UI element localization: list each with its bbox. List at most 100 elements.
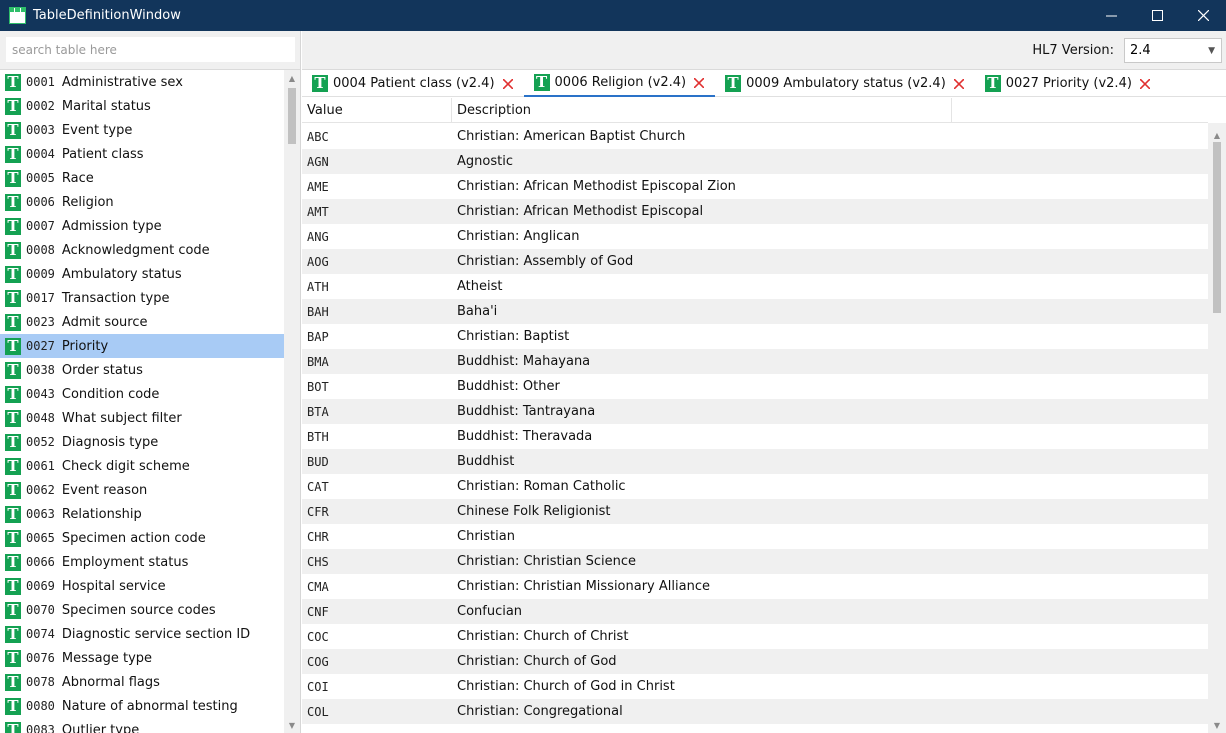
sidebar-item-0043[interactable]: T 0043 Condition code bbox=[0, 382, 284, 406]
sidebar-item-label: Event type bbox=[61, 122, 133, 138]
sidebar-item-0004[interactable]: T 0004 Patient class bbox=[0, 142, 284, 166]
table-row[interactable]: ATH Atheist bbox=[302, 274, 1208, 299]
table-row[interactable]: CHR Christian bbox=[302, 524, 1208, 549]
table-row[interactable]: COL Christian: Congregational bbox=[302, 699, 1208, 724]
table-row[interactable]: BUD Buddhist bbox=[302, 449, 1208, 474]
table-row[interactable]: COI Christian: Church of God in Christ bbox=[302, 674, 1208, 699]
sidebar-item-code: 0074 bbox=[26, 627, 55, 641]
table-row[interactable]: CHS Christian: Christian Science bbox=[302, 549, 1208, 574]
table-row[interactable]: AGN Agnostic bbox=[302, 149, 1208, 174]
sidebar-item-0007[interactable]: T 0007 Admission type bbox=[0, 214, 284, 238]
scroll-down-icon[interactable]: ▼ bbox=[1209, 717, 1225, 733]
table-row[interactable]: COC Christian: Church of Christ bbox=[302, 624, 1208, 649]
table-row[interactable]: BTA Buddhist: Tantrayana bbox=[302, 399, 1208, 424]
cell-description: Christian: Baptist bbox=[457, 329, 570, 344]
table-row[interactable]: BAH Baha'i bbox=[302, 299, 1208, 324]
maximize-button[interactable] bbox=[1134, 0, 1180, 31]
sidebar-item-0069[interactable]: T 0069 Hospital service bbox=[0, 574, 284, 598]
cell-value: BUD bbox=[307, 454, 329, 469]
sidebar-item-0009[interactable]: T 0009 Ambulatory status bbox=[0, 262, 284, 286]
column-header-value[interactable]: Value bbox=[302, 98, 452, 123]
sidebar-item-0017[interactable]: T 0017 Transaction type bbox=[0, 286, 284, 310]
close-tab-button[interactable] bbox=[693, 77, 705, 89]
sidebar-item-0006[interactable]: T 0006 Religion bbox=[0, 190, 284, 214]
search-input[interactable] bbox=[6, 37, 295, 62]
table-row[interactable]: ANG Christian: Anglican bbox=[302, 224, 1208, 249]
table-row[interactable]: BMA Buddhist: Mahayana bbox=[302, 349, 1208, 374]
table-icon: T bbox=[5, 721, 21, 733]
tab-0[interactable]: T 0004 Patient class (v2.4) bbox=[302, 70, 524, 97]
version-dropdown[interactable]: 2.4 ▼ bbox=[1124, 38, 1222, 63]
table-grid-icon bbox=[9, 7, 26, 24]
tab-3[interactable]: T 0027 Priority (v2.4) bbox=[975, 70, 1161, 97]
table-row[interactable]: ABC Christian: American Baptist Church bbox=[302, 124, 1208, 149]
sidebar-item-0078[interactable]: T 0078 Abnormal flags bbox=[0, 670, 284, 694]
cell-value: CFR bbox=[307, 504, 329, 519]
sidebar-item-0002[interactable]: T 0002 Marital status bbox=[0, 94, 284, 118]
cell-description: Christian: Assembly of God bbox=[457, 254, 634, 269]
cell-value: ATH bbox=[307, 279, 329, 294]
sidebar-item-0076[interactable]: T 0076 Message type bbox=[0, 646, 284, 670]
sidebar-item-0038[interactable]: T 0038 Order status bbox=[0, 358, 284, 382]
close-window-button[interactable] bbox=[1180, 0, 1226, 31]
scroll-up-icon[interactable]: ▲ bbox=[1209, 127, 1225, 143]
table-row[interactable]: CNF Confucian bbox=[302, 599, 1208, 624]
table-row[interactable]: BOT Buddhist: Other bbox=[302, 374, 1208, 399]
table-row[interactable]: CMA Christian: Christian Missionary Allia… bbox=[302, 574, 1208, 599]
table-row[interactable]: COG Christian: Church of God bbox=[302, 649, 1208, 674]
tab-1[interactable]: T 0006 Religion (v2.4) bbox=[523, 70, 716, 97]
table-row[interactable]: BTH Buddhist: Theravada bbox=[302, 424, 1208, 449]
cell-description: Atheist bbox=[457, 279, 503, 294]
sidebar-item-0008[interactable]: T 0008 Acknowledgment code bbox=[0, 238, 284, 262]
tab-2[interactable]: T 0009 Ambulatory status (v2.4) bbox=[715, 70, 975, 97]
sidebar-item-0003[interactable]: T 0003 Event type bbox=[0, 118, 284, 142]
sidebar-item-code: 0062 bbox=[26, 483, 55, 497]
sidebar-item-code: 0023 bbox=[26, 315, 55, 329]
sidebar-item-0023[interactable]: T 0023 Admit source bbox=[0, 310, 284, 334]
sidebar-item-0027[interactable]: T 0027 Priority bbox=[0, 334, 284, 358]
sidebar-item-0048[interactable]: T 0048 What subject filter bbox=[0, 406, 284, 430]
sidebar-item-code: 0001 bbox=[26, 75, 55, 89]
table-row[interactable]: AME Christian: African Methodist Episcopa… bbox=[302, 174, 1208, 199]
table-list-scrollbar[interactable]: ▲ ▼ bbox=[284, 70, 300, 733]
sidebar-item-0001[interactable]: T 0001 Administrative sex bbox=[0, 70, 284, 94]
table-icon: T bbox=[5, 649, 21, 667]
grid-scrollbar[interactable]: ▲ ▼ bbox=[1208, 123, 1226, 733]
table-row[interactable]: CFR Chinese Folk Religionist bbox=[302, 499, 1208, 524]
table-list: T 0001 Administrative sex T 0002 Marital stat… bbox=[0, 70, 284, 733]
sidebar-item-0052[interactable]: T 0052 Diagnosis type bbox=[0, 430, 284, 454]
sidebar-item-0063[interactable]: T 0063 Relationship bbox=[0, 502, 284, 526]
cell-value: BTH bbox=[307, 429, 329, 444]
minimize-button[interactable] bbox=[1088, 0, 1134, 31]
minimize-icon bbox=[1105, 15, 1117, 17]
sidebar-item-0070[interactable]: T 0070 Specimen source codes bbox=[0, 598, 284, 622]
sidebar-item-0061[interactable]: T 0061 Check digit scheme bbox=[0, 454, 284, 478]
close-tab-button[interactable] bbox=[953, 78, 965, 90]
table-row[interactable]: AOG Christian: Assembly of God bbox=[302, 249, 1208, 274]
close-tab-button[interactable] bbox=[502, 78, 514, 90]
sidebar-item-0062[interactable]: T 0062 Event reason bbox=[0, 478, 284, 502]
close-icon bbox=[1197, 10, 1209, 21]
scroll-down-icon[interactable]: ▼ bbox=[284, 717, 300, 733]
scroll-thumb[interactable] bbox=[288, 88, 296, 144]
sidebar-item-0080[interactable]: T 0080 Nature of abnormal testing bbox=[0, 694, 284, 718]
scroll-thumb[interactable] bbox=[1213, 142, 1221, 313]
sidebar-item-label: What subject filter bbox=[61, 410, 182, 426]
sidebar-item-0005[interactable]: T 0005 Race bbox=[0, 166, 284, 190]
sidebar-item-code: 0083 bbox=[26, 723, 55, 733]
sidebar-item-label: Ambulatory status bbox=[61, 266, 182, 282]
table-row[interactable]: BAP Christian: Baptist bbox=[302, 324, 1208, 349]
close-tab-button[interactable] bbox=[1139, 78, 1151, 90]
sidebar-item-0066[interactable]: T 0066 Employment status bbox=[0, 550, 284, 574]
cell-value: AME bbox=[307, 179, 329, 194]
sidebar-item-label: Outlier type bbox=[61, 722, 140, 733]
sidebar-item-code: 0065 bbox=[26, 531, 55, 545]
sidebar-item-0065[interactable]: T 0065 Specimen action code bbox=[0, 526, 284, 550]
sidebar-item-0074[interactable]: T 0074 Diagnostic service section ID bbox=[0, 622, 284, 646]
column-header-description[interactable]: Description bbox=[452, 98, 952, 123]
sidebar-item-0083[interactable]: T 0083 Outlier type bbox=[0, 718, 284, 733]
table-icon: T bbox=[5, 361, 21, 379]
table-row[interactable]: AMT Christian: African Methodist Episcopa… bbox=[302, 199, 1208, 224]
scroll-up-icon[interactable]: ▲ bbox=[284, 70, 300, 86]
table-row[interactable]: CAT Christian: Roman Catholic bbox=[302, 474, 1208, 499]
